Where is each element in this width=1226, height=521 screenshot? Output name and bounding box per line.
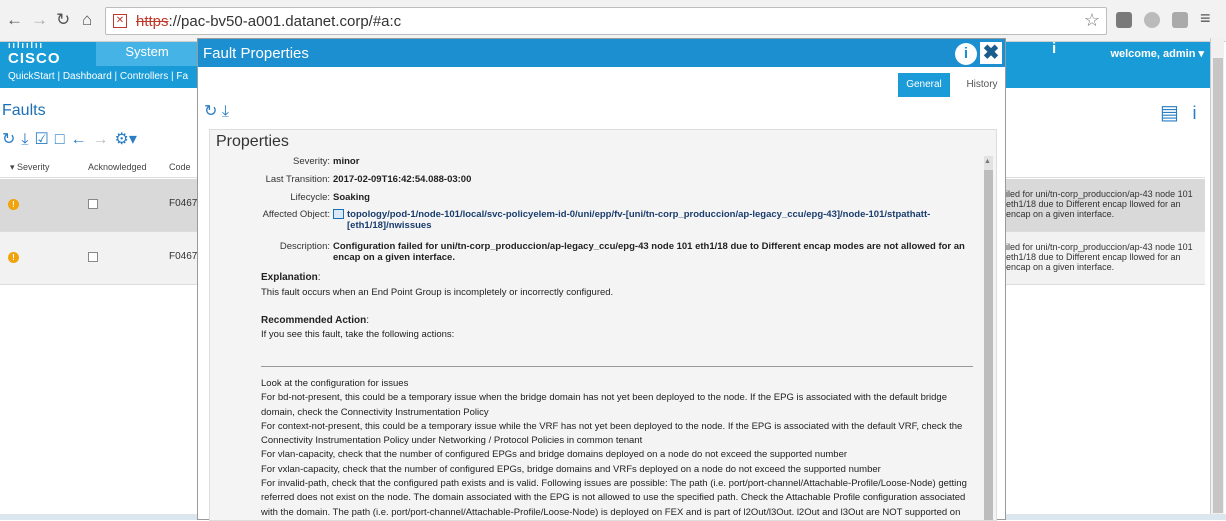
acknowledged-checkbox[interactable] (88, 252, 98, 262)
step-line: For bd-not-present, this could be a temp… (261, 392, 947, 404)
explanation-heading: Explanation: (261, 272, 321, 283)
page-title: Faults (2, 102, 46, 119)
step-line: For vlan-capacity, check that the number… (261, 449, 848, 461)
properties-panel: Properties Severity: minor Last Transiti… (209, 129, 997, 521)
back-icon[interactable]: ← (6, 10, 23, 30)
refresh-icon[interactable]: ↻ (2, 131, 15, 148)
column-acknowledged[interactable]: Acknowledged (88, 162, 147, 172)
tab-history[interactable]: History (962, 73, 1002, 97)
field-label: Lifecycle: (290, 192, 330, 203)
tab-general[interactable]: General (898, 73, 950, 97)
settings-gear-icon[interactable]: ⚙▾ (115, 131, 137, 148)
fault-description-cell: iled for uni/tn-corp_produccion/ap-43 no… (1003, 179, 1205, 232)
dialog-title: Fault Properties (203, 45, 309, 62)
tab-system[interactable]: System (96, 42, 198, 66)
external-link-icon[interactable] (333, 209, 344, 219)
step-line: For invalid-path, check that the configu… (261, 478, 967, 490)
affected-object-link[interactable]: topology/pod-1/node-101/local/svc-policy… (347, 209, 982, 231)
properties-scrollbar[interactable]: ▲ (984, 156, 993, 520)
address-bar[interactable]: ✕ https://pac-bv50-a001.datanet.corp/#a:… (105, 7, 1107, 35)
drive-icon[interactable] (1144, 12, 1160, 28)
download-icon[interactable]: ⤓ (222, 103, 229, 120)
dialog-header: Fault Properties i ✖ (198, 39, 1005, 67)
help-info-icon[interactable]: i (1192, 103, 1196, 123)
user-menu[interactable]: welcome, admin ▾ (1110, 47, 1204, 60)
explanation-text: This fault occurs when an End Point Grou… (261, 287, 614, 298)
cisco-logo: ıılıılıı CISCO (8, 40, 61, 67)
back-arrow-icon[interactable]: ← (71, 131, 87, 148)
insecure-lock-icon: ✕ (113, 14, 127, 28)
forward-arrow-icon[interactable]: → (93, 131, 109, 148)
download-icon[interactable]: ⤓ (21, 131, 28, 148)
extension-icon[interactable] (1116, 12, 1132, 28)
transition-value: 2017-02-09T16:42:54.088-03:00 (333, 174, 472, 185)
info-icon[interactable]: i (1052, 40, 1056, 57)
column-code[interactable]: Code (169, 162, 191, 172)
scroll-up-icon[interactable]: ▲ (984, 158, 991, 165)
acknowledged-checkbox[interactable] (88, 199, 98, 209)
severity-value: minor (333, 156, 360, 167)
table-row[interactable]: ! F0467 (0, 232, 198, 285)
step-line: For vxlan-capacity, check that the numbe… (261, 463, 881, 475)
field-label: Last Transition: (265, 174, 330, 185)
recommended-text: If you see this fault, take the followin… (261, 329, 455, 340)
description-field: Description: Configuration failed for un… (210, 241, 980, 267)
description-value: Configuration failed for uni/tn-corp_pro… (333, 241, 965, 263)
step-line: domain, check the Connectivity Instrumen… (261, 406, 489, 418)
affected-object-field: Affected Object: topology/pod-1/node-101… (210, 209, 980, 233)
table-header-right (1003, 158, 1205, 178)
fault-properties-dialog: Fault Properties i ✖ General History ↻ ⤓… (197, 38, 1006, 521)
reload-icon[interactable]: ↻ (56, 10, 70, 30)
step-line: Connectivity Instrumentation Policy unde… (261, 435, 643, 447)
fault-code: F0467 (169, 198, 198, 209)
faults-toolbar: ↻ ⤓ ☑ □ ← → ⚙▾ (2, 129, 143, 149)
step-line: Look at the configuration for issues (261, 378, 409, 389)
right-page-icons: ▤ i (1160, 100, 1196, 125)
table-header: ▾ Severity Acknowledged Code (0, 158, 198, 178)
warning-icon: ! (8, 199, 19, 210)
dialog-toolbar: ↻ ⤓ (204, 101, 229, 121)
lifecycle-value: Soaking (333, 192, 370, 203)
step-line: referred does not exist on the node. The… (261, 492, 966, 504)
field-label: Affected Object: (262, 209, 330, 220)
refresh-icon[interactable]: ↻ (204, 103, 217, 120)
url-text: https://pac-bv50-a001.datanet.corp/#a:c (136, 13, 402, 30)
recommended-heading: Recommended Action: (261, 315, 369, 326)
page-scrollbar[interactable] (1210, 38, 1224, 520)
step-line: For context-not-present, this could be a… (261, 420, 963, 432)
menu-icon[interactable]: ≡ (1200, 8, 1211, 29)
column-severity[interactable]: ▾ Severity (10, 162, 50, 173)
properties-heading: Properties (216, 133, 289, 150)
home-icon[interactable]: ⌂ (82, 10, 92, 30)
properties-scroll-thumb[interactable] (984, 170, 993, 520)
fault-code: F0467 (169, 251, 198, 262)
browser-toolbar: ← → ↻ ⌂ ✕ https://pac-bv50-a001.datanet.… (0, 0, 1226, 42)
acknowledge-icon[interactable]: ☑ (34, 131, 48, 148)
table-row[interactable]: ! F0467 (0, 179, 198, 232)
document-icon[interactable]: ▤ (1160, 102, 1179, 124)
close-icon[interactable]: ✖ (980, 42, 1002, 64)
fault-description-cell: iled for uni/tn-corp_produccion/ap-43 no… (1003, 232, 1205, 285)
page-scroll-thumb[interactable] (1213, 58, 1223, 513)
forward-icon[interactable]: → (31, 10, 48, 30)
pdf-icon[interactable] (1172, 12, 1188, 28)
recommended-steps: Look at the configuration for issues For… (261, 377, 976, 520)
field-label: Description: (279, 241, 330, 252)
dialog-info-icon[interactable]: i (955, 43, 977, 65)
divider (261, 366, 973, 367)
bookmark-star-icon[interactable]: ☆ (1084, 10, 1100, 31)
unacknowledge-icon[interactable]: □ (55, 131, 65, 148)
warning-icon: ! (8, 252, 19, 263)
step-line: with the domain. The path (i.e. port/por… (261, 506, 961, 518)
field-label: Severity: (293, 156, 330, 167)
